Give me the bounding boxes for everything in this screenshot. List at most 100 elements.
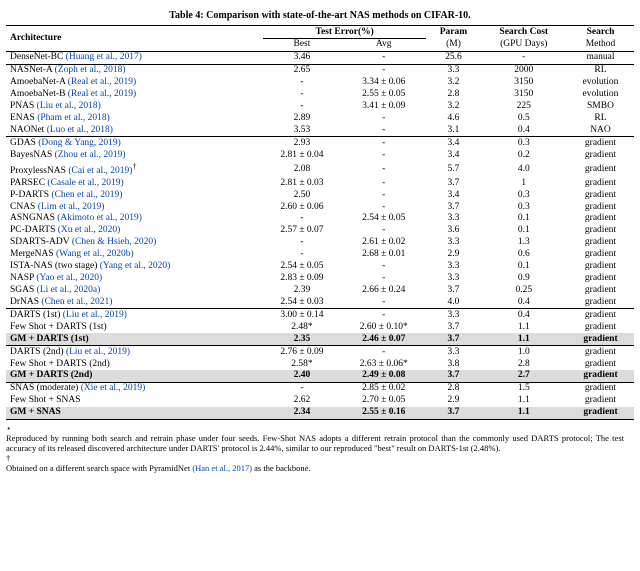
table-row: Few Shot + DARTS (2nd)2.58*2.63 ± 0.06*3… [6, 358, 634, 370]
cell-best: 3.00 ± 0.14 [263, 309, 341, 321]
cell-param: 2.8 [426, 89, 480, 101]
cell-best: - [263, 382, 341, 394]
cell-cost: 2000 [481, 64, 567, 76]
cell-method: gradient [567, 346, 634, 358]
cell-param: 2.9 [426, 249, 480, 261]
cell-best: 2.50 [263, 189, 341, 201]
cell-method: gradient [567, 137, 634, 149]
cell-param: 3.7 [426, 177, 480, 189]
cell-cost: 1.1 [481, 407, 567, 419]
cell-architecture: GDAS (Dong & Yang, 2019) [6, 137, 263, 149]
cell-method: gradient [567, 358, 634, 370]
cell-param: 3.3 [426, 213, 480, 225]
cell-method: gradient [567, 177, 634, 189]
cell-best: - [263, 213, 341, 225]
cell-architecture: PARSEC (Casale et al., 2019) [6, 177, 263, 189]
cell-best: 3.53 [263, 124, 341, 136]
cell-avg: - [341, 346, 426, 358]
cell-cost: 1.5 [481, 382, 567, 394]
cell-cost: 225 [481, 101, 567, 113]
cell-param: 3.3 [426, 309, 480, 321]
cell-param: 3.8 [426, 358, 480, 370]
cell-method: RL [567, 64, 634, 76]
cell-avg: 2.63 ± 0.06* [341, 358, 426, 370]
cell-avg: 2.49 ± 0.08 [341, 370, 426, 382]
cell-param: 25.6 [426, 51, 480, 64]
table-row: DARTS (2nd) (Liu et al., 2019)2.76 ± 0.0… [6, 346, 634, 358]
cell-architecture: Few Shot + DARTS (1st) [6, 321, 263, 333]
cell-best: 2.62 [263, 395, 341, 407]
cell-param: 3.2 [426, 77, 480, 89]
cell-avg: - [341, 225, 426, 237]
cell-best: 2.08 [263, 161, 341, 177]
cell-best: - [263, 249, 341, 261]
cell-cost: 0.4 [481, 124, 567, 136]
table-row: Few Shot + SNAS2.622.70 ± 0.052.91.1grad… [6, 395, 634, 407]
cell-method: gradient [567, 225, 634, 237]
cell-method: gradient [567, 261, 634, 273]
cell-architecture: ASNGNAS (Akimoto et al., 2019) [6, 213, 263, 225]
table-row: NASNet-A (Zoph et al., 2018)2.65-3.32000… [6, 64, 634, 76]
cell-architecture: NASNet-A (Zoph et al., 2018) [6, 64, 263, 76]
cell-architecture: NAONet (Luo et al., 2018) [6, 124, 263, 136]
cell-architecture: BayesNAS (Zhou et al., 2019) [6, 149, 263, 161]
cell-best: 2.89 [263, 112, 341, 124]
cell-avg: 2.46 ± 0.07 [341, 333, 426, 345]
cell-param: 3.3 [426, 237, 480, 249]
cell-architecture: NASP (Yao et al., 2020) [6, 273, 263, 285]
col-avg: Avg [341, 38, 426, 51]
cell-cost: 1.1 [481, 321, 567, 333]
table-row: GDAS (Dong & Yang, 2019)2.93-3.40.3gradi… [6, 137, 634, 149]
cell-avg: - [341, 201, 426, 213]
cell-avg: 2.85 ± 0.02 [341, 382, 426, 394]
cell-architecture: PNAS (Liu et al., 2018) [6, 101, 263, 113]
cell-architecture: ENAS (Pham et al., 2018) [6, 112, 263, 124]
cell-cost: 0.6 [481, 249, 567, 261]
cell-architecture: GM + SNAS [6, 407, 263, 419]
cell-method: gradient [567, 382, 634, 394]
cell-cost: 0.5 [481, 112, 567, 124]
cell-avg: 2.55 ± 0.16 [341, 407, 426, 419]
cell-best: 2.81 ± 0.04 [263, 149, 341, 161]
cell-param: 3.7 [426, 285, 480, 297]
cell-avg: 2.70 ± 0.05 [341, 395, 426, 407]
footnote-dag-text: Obtained on a different search space wit… [6, 463, 624, 473]
table-row: NAONet (Luo et al., 2018)3.53-3.10.4NAO [6, 124, 634, 136]
cell-cost: 1 [481, 177, 567, 189]
cell-avg: 2.55 ± 0.05 [341, 89, 426, 101]
cell-param: 3.4 [426, 137, 480, 149]
cell-cost: 0.25 [481, 285, 567, 297]
table-row: BayesNAS (Zhou et al., 2019)2.81 ± 0.04-… [6, 149, 634, 161]
cell-best: - [263, 101, 341, 113]
cell-method: gradient [567, 189, 634, 201]
col-method2: Method [567, 38, 634, 51]
cell-cost: 0.4 [481, 296, 567, 308]
cell-param: 4.6 [426, 112, 480, 124]
cell-param: 3.3 [426, 273, 480, 285]
cell-architecture: DARTS (1st) (Liu et al., 2019) [6, 309, 263, 321]
cell-best: 2.58* [263, 358, 341, 370]
cell-method: manual [567, 51, 634, 64]
table-row: ENAS (Pham et al., 2018)2.89-4.60.5RL [6, 112, 634, 124]
cell-param: 3.2 [426, 101, 480, 113]
cell-cost: 4.0 [481, 161, 567, 177]
footnote-dag-mark: † [6, 453, 14, 463]
cell-best: 2.35 [263, 333, 341, 345]
cell-param: 2.8 [426, 382, 480, 394]
cell-avg: 2.66 ± 0.24 [341, 285, 426, 297]
cell-architecture: DARTS (2nd) (Liu et al., 2019) [6, 346, 263, 358]
col-best: Best [263, 38, 341, 51]
cell-avg: - [341, 124, 426, 136]
col-param-unit: (M) [426, 38, 480, 51]
cell-avg: - [341, 189, 426, 201]
cell-best: 3.46 [263, 51, 341, 64]
cell-cost: 0.1 [481, 213, 567, 225]
cell-architecture: SNAS (moderate) (Xie et al., 2019) [6, 382, 263, 394]
cell-method: gradient [567, 321, 634, 333]
cell-cost: 0.3 [481, 189, 567, 201]
cell-method: RL [567, 112, 634, 124]
table-row: SNAS (moderate) (Xie et al., 2019)-2.85 … [6, 382, 634, 394]
cell-method: gradient [567, 296, 634, 308]
cell-param: 3.3 [426, 261, 480, 273]
cell-architecture: GM + DARTS (1st) [6, 333, 263, 345]
